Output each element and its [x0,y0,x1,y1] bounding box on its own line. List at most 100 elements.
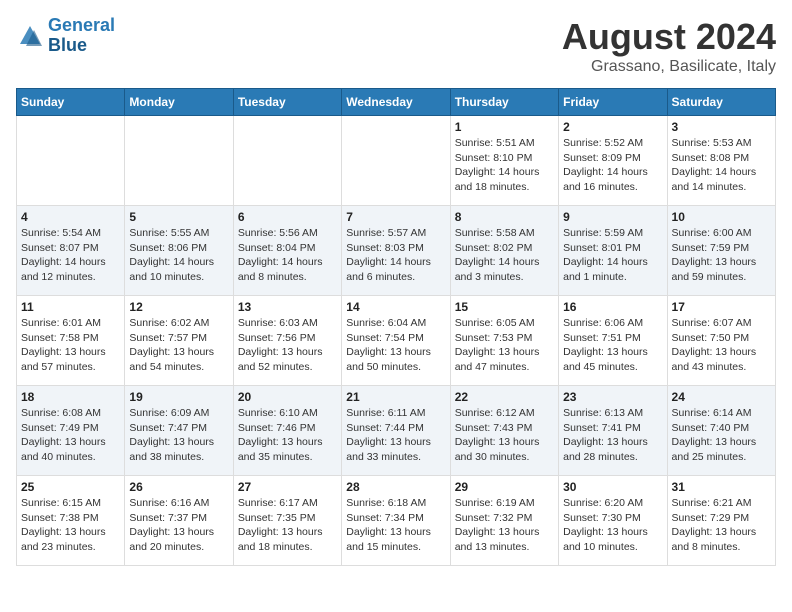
day-number: 9 [563,210,662,224]
calendar-cell: 9 Sunrise: 5:59 AM Sunset: 8:01 PM Daylig… [559,206,667,296]
calendar-cell: 20 Sunrise: 6:10 AM Sunset: 7:46 PM Dayli… [233,386,341,476]
day-info: Sunrise: 6:00 AM Sunset: 7:59 PM Dayligh… [672,226,771,285]
col-header-friday: Friday [559,89,667,116]
logo: General Blue [16,16,115,56]
page-header: General Blue August 2024 Grassano, Basil… [16,16,776,76]
day-number: 1 [455,120,554,134]
day-info: Sunrise: 6:09 AM Sunset: 7:47 PM Dayligh… [129,406,228,465]
day-number: 23 [563,390,662,404]
calendar-cell: 3 Sunrise: 5:53 AM Sunset: 8:08 PM Daylig… [667,116,775,206]
day-number: 11 [21,300,120,314]
day-number: 7 [346,210,445,224]
calendar-cell: 15 Sunrise: 6:05 AM Sunset: 7:53 PM Dayli… [450,296,558,386]
day-info: Sunrise: 6:03 AM Sunset: 7:56 PM Dayligh… [238,316,337,375]
calendar-table: SundayMondayTuesdayWednesdayThursdayFrid… [16,88,776,566]
day-number: 6 [238,210,337,224]
calendar-cell: 1 Sunrise: 5:51 AM Sunset: 8:10 PM Daylig… [450,116,558,206]
calendar-cell: 24 Sunrise: 6:14 AM Sunset: 7:40 PM Dayli… [667,386,775,476]
calendar-cell [233,116,341,206]
week-row-3: 11Sunrise: 6:01 AM Sunset: 7:58 PM Dayli… [17,296,776,386]
calendar-cell: 7 Sunrise: 5:57 AM Sunset: 8:03 PM Daylig… [342,206,450,296]
day-number: 19 [129,390,228,404]
calendar-cell: 13 Sunrise: 6:03 AM Sunset: 7:56 PM Dayli… [233,296,341,386]
day-number: 21 [346,390,445,404]
day-info: Sunrise: 6:05 AM Sunset: 7:53 PM Dayligh… [455,316,554,375]
day-info: Sunrise: 6:20 AM Sunset: 7:30 PM Dayligh… [563,496,662,555]
day-number: 14 [346,300,445,314]
calendar-cell: 30 Sunrise: 6:20 AM Sunset: 7:30 PM Dayli… [559,476,667,566]
day-info: Sunrise: 6:19 AM Sunset: 7:32 PM Dayligh… [455,496,554,555]
day-info: Sunrise: 5:56 AM Sunset: 8:04 PM Dayligh… [238,226,337,285]
day-number: 12 [129,300,228,314]
day-number: 13 [238,300,337,314]
calendar-cell: 5Sunrise: 5:55 AM Sunset: 8:06 PM Daylig… [125,206,233,296]
day-info: Sunrise: 5:57 AM Sunset: 8:03 PM Dayligh… [346,226,445,285]
calendar-cell: 10 Sunrise: 6:00 AM Sunset: 7:59 PM Dayli… [667,206,775,296]
subtitle: Grassano, Basilicate, Italy [562,58,776,76]
day-number: 30 [563,480,662,494]
day-info: Sunrise: 6:16 AM Sunset: 7:37 PM Dayligh… [129,496,228,555]
day-info: Sunrise: 6:14 AM Sunset: 7:40 PM Dayligh… [672,406,771,465]
calendar-cell: 8Sunrise: 5:58 AM Sunset: 8:02 PM Daylig… [450,206,558,296]
calendar-cell: 29Sunrise: 6:19 AM Sunset: 7:32 PM Dayli… [450,476,558,566]
calendar-cell [342,116,450,206]
calendar-cell: 22Sunrise: 6:12 AM Sunset: 7:43 PM Dayli… [450,386,558,476]
day-info: Sunrise: 5:54 AM Sunset: 8:07 PM Dayligh… [21,226,120,285]
day-number: 4 [21,210,120,224]
calendar-cell: 28 Sunrise: 6:18 AM Sunset: 7:34 PM Dayli… [342,476,450,566]
day-info: Sunrise: 6:15 AM Sunset: 7:38 PM Dayligh… [21,496,120,555]
col-header-sunday: Sunday [17,89,125,116]
day-info: Sunrise: 5:55 AM Sunset: 8:06 PM Dayligh… [129,226,228,285]
week-row-4: 18Sunrise: 6:08 AM Sunset: 7:49 PM Dayli… [17,386,776,476]
day-number: 20 [238,390,337,404]
day-number: 10 [672,210,771,224]
day-info: Sunrise: 6:06 AM Sunset: 7:51 PM Dayligh… [563,316,662,375]
day-number: 22 [455,390,554,404]
logo-icon [16,22,44,50]
day-info: Sunrise: 5:52 AM Sunset: 8:09 PM Dayligh… [563,136,662,195]
header-row: SundayMondayTuesdayWednesdayThursdayFrid… [17,89,776,116]
day-number: 26 [129,480,228,494]
day-info: Sunrise: 6:10 AM Sunset: 7:46 PM Dayligh… [238,406,337,465]
calendar-cell: 11Sunrise: 6:01 AM Sunset: 7:58 PM Dayli… [17,296,125,386]
day-info: Sunrise: 6:08 AM Sunset: 7:49 PM Dayligh… [21,406,120,465]
title-block: August 2024 Grassano, Basilicate, Italy [562,16,776,76]
calendar-cell: 18Sunrise: 6:08 AM Sunset: 7:49 PM Dayli… [17,386,125,476]
col-header-saturday: Saturday [667,89,775,116]
calendar-cell: 19 Sunrise: 6:09 AM Sunset: 7:47 PM Dayli… [125,386,233,476]
day-number: 15 [455,300,554,314]
week-row-5: 25Sunrise: 6:15 AM Sunset: 7:38 PM Dayli… [17,476,776,566]
calendar-cell: 31 Sunrise: 6:21 AM Sunset: 7:29 PM Dayli… [667,476,775,566]
calendar-cell: 25Sunrise: 6:15 AM Sunset: 7:38 PM Dayli… [17,476,125,566]
day-info: Sunrise: 6:17 AM Sunset: 7:35 PM Dayligh… [238,496,337,555]
day-number: 31 [672,480,771,494]
calendar-cell: 27 Sunrise: 6:17 AM Sunset: 7:35 PM Dayli… [233,476,341,566]
calendar-cell: 17Sunrise: 6:07 AM Sunset: 7:50 PM Dayli… [667,296,775,386]
calendar-cell: 12 Sunrise: 6:02 AM Sunset: 7:57 PM Dayli… [125,296,233,386]
day-info: Sunrise: 5:51 AM Sunset: 8:10 PM Dayligh… [455,136,554,195]
main-title: August 2024 [562,16,776,58]
calendar-cell: 21 Sunrise: 6:11 AM Sunset: 7:44 PM Dayli… [342,386,450,476]
day-info: Sunrise: 6:18 AM Sunset: 7:34 PM Dayligh… [346,496,445,555]
calendar-cell [125,116,233,206]
calendar-cell: 2Sunrise: 5:52 AM Sunset: 8:09 PM Daylig… [559,116,667,206]
calendar-cell: 14Sunrise: 6:04 AM Sunset: 7:54 PM Dayli… [342,296,450,386]
day-info: Sunrise: 6:21 AM Sunset: 7:29 PM Dayligh… [672,496,771,555]
day-info: Sunrise: 6:11 AM Sunset: 7:44 PM Dayligh… [346,406,445,465]
day-number: 24 [672,390,771,404]
day-number: 28 [346,480,445,494]
calendar-cell: 6 Sunrise: 5:56 AM Sunset: 8:04 PM Daylig… [233,206,341,296]
calendar-cell: 4 Sunrise: 5:54 AM Sunset: 8:07 PM Daylig… [17,206,125,296]
day-info: Sunrise: 6:13 AM Sunset: 7:41 PM Dayligh… [563,406,662,465]
logo-text: General Blue [48,16,115,56]
calendar-cell [17,116,125,206]
day-info: Sunrise: 5:53 AM Sunset: 8:08 PM Dayligh… [672,136,771,195]
day-number: 27 [238,480,337,494]
day-number: 3 [672,120,771,134]
calendar-cell: 16Sunrise: 6:06 AM Sunset: 7:51 PM Dayli… [559,296,667,386]
col-header-wednesday: Wednesday [342,89,450,116]
day-info: Sunrise: 6:02 AM Sunset: 7:57 PM Dayligh… [129,316,228,375]
col-header-tuesday: Tuesday [233,89,341,116]
day-info: Sunrise: 6:07 AM Sunset: 7:50 PM Dayligh… [672,316,771,375]
day-info: Sunrise: 5:59 AM Sunset: 8:01 PM Dayligh… [563,226,662,285]
